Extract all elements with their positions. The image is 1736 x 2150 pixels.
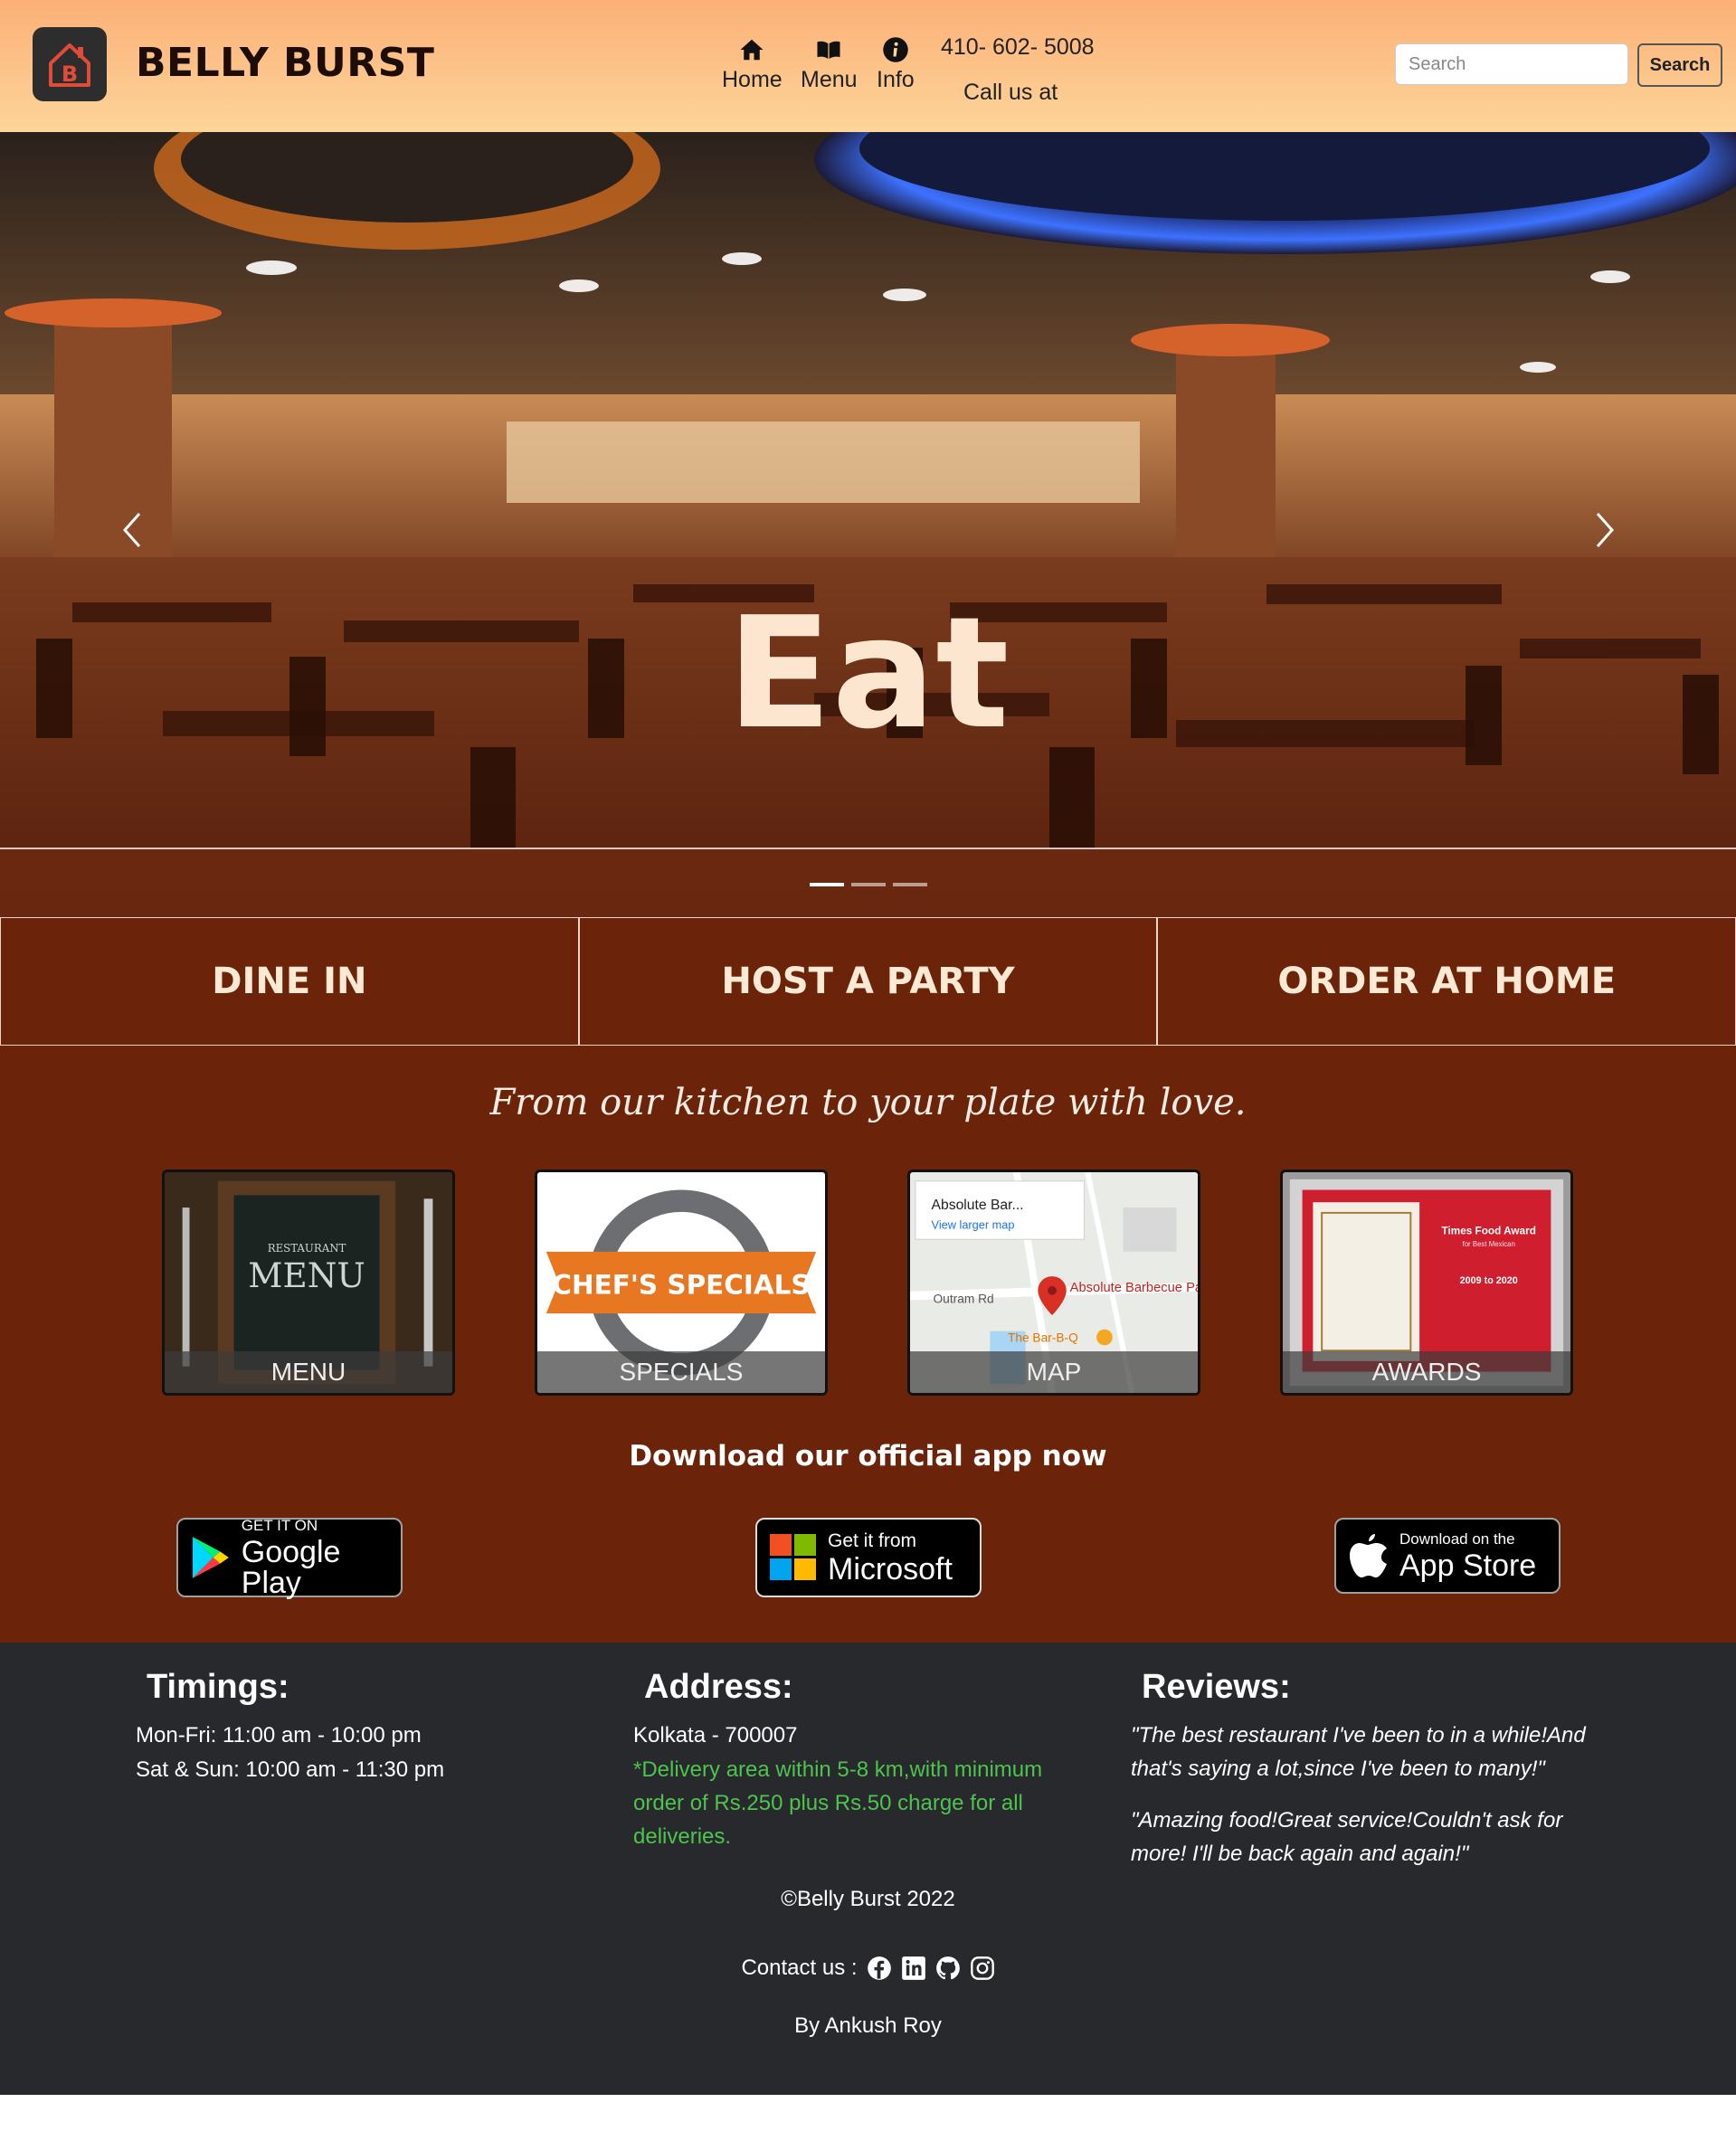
timings-weekend: Sat & Sun: 10:00 am - 11:30 pm	[136, 1757, 445, 1782]
search-button[interactable]: Search	[1637, 43, 1722, 87]
google-play-big-text: Google Play	[241, 1534, 341, 1600]
map-poi-name: The Bar-B-Q	[1008, 1331, 1078, 1344]
menu-small-text: RESTAURANT	[268, 1242, 346, 1255]
footer: Timings: Mon-Fri: 11:00 am - 10:00 pm Sa…	[0, 1643, 1736, 2095]
nav-home[interactable]: Home	[722, 36, 783, 93]
carousel-indicator-3[interactable]	[892, 883, 927, 886]
reviews-title: Reviews:	[1142, 1668, 1291, 1706]
review-1: "The best restaurant I've been to in a w…	[1131, 1723, 1586, 1781]
info-icon	[883, 37, 908, 62]
awards-card[interactable]: Times Food Award for Best Mexican 2009 t…	[1280, 1170, 1573, 1396]
phone-number[interactable]: 410- 602- 5008	[941, 34, 1095, 61]
microsoft-icon	[770, 1534, 816, 1580]
menu-big-text: MENU	[248, 1255, 365, 1295]
download-app-text: Download our official app now	[629, 1440, 1107, 1473]
nav-menu-label: Menu	[801, 67, 858, 92]
app-store-small-text: Download on the	[1399, 1530, 1515, 1548]
address-text: Kolkata - 700007	[633, 1723, 798, 1747]
microsoft-big-text: Microsoft	[828, 1551, 953, 1586]
review-2: "Amazing food!Great service!Couldn't ask…	[1131, 1808, 1563, 1866]
main-section: From our kitchen to your plate with love…	[0, 1046, 1736, 1643]
map-larger-link[interactable]: View larger map	[932, 1217, 1015, 1231]
author-credit: By Ankush Roy	[794, 2013, 942, 2038]
award-subtitle: for Best Mexican	[1463, 1240, 1515, 1248]
facebook-icon[interactable]	[867, 1956, 892, 1981]
linkedin-icon[interactable]	[901, 1956, 926, 1981]
map-card-label: MAP	[910, 1351, 1198, 1393]
nav-home-label: Home	[722, 67, 783, 92]
house-b-logo-icon[interactable]: B	[33, 27, 107, 101]
timings-weekday: Mon-Fri: 11:00 am - 10:00 pm	[136, 1723, 422, 1747]
order-home-button[interactable]: ORDER AT HOME	[1157, 917, 1736, 1046]
tagline: From our kitchen to your plate with love…	[489, 1082, 1247, 1123]
hero-carousel: Eat	[0, 132, 1736, 917]
award-years: 2009 to 2020	[1460, 1275, 1518, 1286]
host-party-button[interactable]: HOST A PARTY	[578, 917, 1158, 1046]
navbar: B BELLY BURST Home Menu Info 410- 602- 5…	[0, 0, 1736, 132]
hero-title: Eat	[726, 584, 1010, 763]
specials-stamp-text: CHEF'S SPECIALS	[552, 1270, 810, 1301]
nav-menu[interactable]: Menu	[801, 36, 858, 93]
contact-row: Contact us :	[0, 1956, 1736, 1981]
menu-card[interactable]: RESTAURANT MENU MENU	[162, 1170, 455, 1396]
home-icon	[740, 39, 764, 61]
map-place-name: Absolute Barbecue Park Street	[1070, 1281, 1198, 1295]
copyright: ©Belly Burst 2022	[781, 1887, 955, 1911]
specials-card-label: SPECIALS	[537, 1351, 825, 1393]
address-title: Address:	[644, 1668, 793, 1706]
award-title: Times Food Award	[1442, 1225, 1536, 1236]
microsoft-small-text: Get it from	[828, 1530, 917, 1551]
microsoft-badge[interactable]: Get it from Microsoft	[755, 1518, 982, 1597]
menu-card-label: MENU	[165, 1351, 452, 1393]
hero-divider	[0, 848, 1736, 849]
nav-info[interactable]: Info	[877, 36, 915, 93]
carousel-prev-icon[interactable]	[109, 494, 154, 566]
book-icon	[817, 41, 840, 59]
specials-card[interactable]: CHEF'S SPECIALS SPECIALS	[535, 1170, 828, 1396]
contact-label: Contact us :	[741, 1956, 858, 1980]
google-play-icon	[192, 1537, 229, 1578]
carousel-indicator-1[interactable]	[809, 883, 844, 886]
map-card[interactable]: Absolute Bar... View larger map Absolute…	[907, 1170, 1200, 1396]
carousel-indicator-2[interactable]	[850, 883, 886, 886]
brand-name[interactable]: BELLY BURST	[136, 40, 434, 86]
timings-title: Timings:	[147, 1668, 289, 1706]
search-input[interactable]	[1395, 43, 1628, 85]
call-us-label: Call us at	[963, 80, 1058, 105]
apple-icon	[1350, 1534, 1387, 1577]
service-options: DINE IN HOST A PARTY ORDER AT HOME	[0, 917, 1736, 1046]
svg-text:B: B	[62, 62, 78, 87]
app-store-badge[interactable]: Download on the App Store	[1334, 1518, 1561, 1594]
dine-in-button[interactable]: DINE IN	[0, 917, 579, 1046]
map-road-name: Outram Rd	[934, 1292, 994, 1305]
carousel-indicators	[0, 883, 1736, 886]
carousel-next-icon[interactable]	[1583, 494, 1628, 566]
delivery-note: *Delivery area within 5-8 km,with minimu…	[633, 1757, 1043, 1849]
map-title: Absolute Bar...	[932, 1198, 1024, 1213]
awards-card-label: AWARDS	[1283, 1351, 1570, 1393]
instagram-icon[interactable]	[970, 1956, 995, 1981]
nav-info-label: Info	[877, 67, 915, 92]
app-store-big-text: App Store	[1399, 1548, 1537, 1583]
google-play-badge[interactable]: GET IT ON Google Play	[176, 1516, 403, 1600]
github-icon[interactable]	[935, 1956, 961, 1981]
google-play-small-text: GET IT ON	[241, 1516, 318, 1534]
